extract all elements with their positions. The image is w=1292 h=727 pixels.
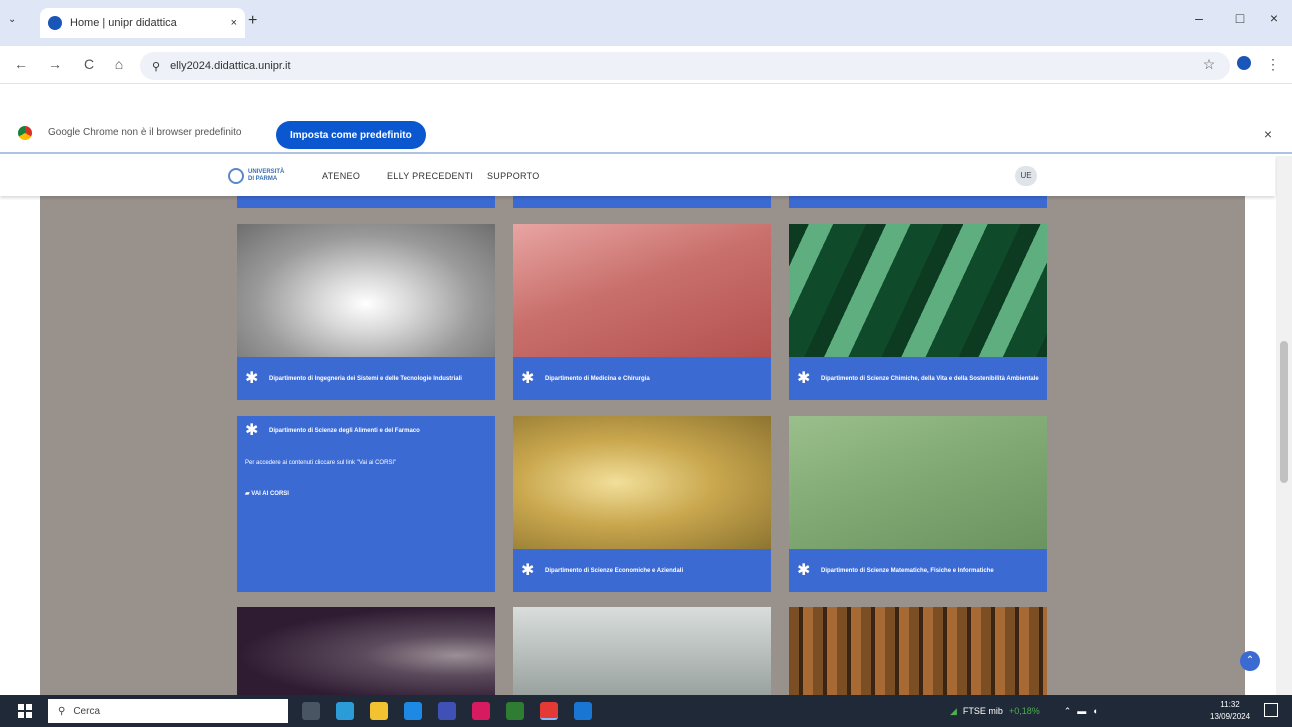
- card-body: Per accedere ai contenuti cliccare sul l…: [245, 460, 397, 466]
- department-card[interactable]: ✱ Dipartimento di Scienze Matematiche, Fi…: [789, 416, 1047, 592]
- file-explorer-icon[interactable]: [370, 702, 388, 720]
- card-title: Dipartimento di Scienze degli Alimenti e…: [269, 428, 420, 434]
- star-icon[interactable]: ☆: [1200, 56, 1218, 73]
- card-title: Dipartimento di Scienze Economiche e Azi…: [545, 567, 684, 574]
- nav-elly-precedenti[interactable]: ELLY PRECEDENTI: [387, 171, 473, 181]
- university-seal-icon: [228, 168, 244, 184]
- tab-search-icon[interactable]: ⌄: [8, 14, 16, 25]
- app-icon[interactable]: [472, 702, 490, 720]
- tab-title: Home | unipr didattica: [70, 17, 177, 29]
- user-avatar[interactable]: UE: [1015, 166, 1037, 186]
- taskbar-search-placeholder: Cerca: [73, 705, 101, 717]
- browser-toolbar: ← → C ⌂ ⚲ elly2024.didattica.unipr.it ☆ …: [0, 46, 1292, 84]
- scrollbar-thumb[interactable]: [1280, 341, 1288, 483]
- department-card[interactable]: ✱ Dipartimento di Medicina e Chirurgia: [513, 224, 771, 400]
- department-card[interactable]: [789, 607, 1047, 695]
- home-icon[interactable]: ⌂: [110, 56, 128, 72]
- profile-icon[interactable]: [1237, 56, 1251, 70]
- department-card[interactable]: ✱ Dipartimento di Scienze Economiche e Az…: [513, 416, 771, 592]
- tray-chevron-icon[interactable]: ⌃: [1064, 706, 1072, 717]
- nav-supporto[interactable]: SUPPORTO: [487, 171, 540, 181]
- gear-icon: ✱: [797, 561, 811, 579]
- ticker-value: +0,18%: [1008, 706, 1040, 716]
- tab-close-icon[interactable]: ×: [231, 17, 237, 29]
- card-title: Dipartimento di Medicina e Chirurgia: [545, 375, 650, 382]
- department-image: [789, 607, 1047, 695]
- toolbar-spacer: [0, 84, 1292, 114]
- notifications-icon[interactable]: [1264, 703, 1278, 717]
- reload-button[interactable]: C: [80, 56, 98, 72]
- browser-tab[interactable]: Home | unipr didattica ×: [40, 8, 245, 38]
- system-tray: ◢ FTSE mib +0,18% ⌃ ▬ ◖: [950, 695, 1098, 727]
- windows-taskbar: ⚲ Cerca ◢ FTSE mib +0,18% ⌃ ▬ ◖ 11:32 13…: [0, 695, 1292, 727]
- mail-icon[interactable]: [404, 702, 422, 720]
- gear-icon: ✱: [797, 369, 811, 387]
- department-image: [513, 224, 771, 357]
- network-icon[interactable]: ▬: [1077, 706, 1086, 716]
- site-header: UNIVERSITÀ DI PARMA ATENEO ELLY PRECEDENT…: [0, 156, 1275, 196]
- card-title: Dipartimento di Ingegneria dei Sistemi e…: [269, 375, 462, 382]
- department-image: [237, 224, 495, 357]
- url-text: elly2024.didattica.unipr.it: [170, 60, 291, 72]
- forward-button[interactable]: →: [46, 56, 64, 72]
- app-icon[interactable]: [506, 702, 524, 720]
- back-button[interactable]: ←: [12, 56, 30, 72]
- volume-icon[interactable]: ◖: [1092, 706, 1097, 716]
- ticker-name[interactable]: FTSE mib: [963, 706, 1003, 716]
- department-card[interactable]: ✱ Dipartimento di Scienze Chimiche, della…: [789, 224, 1047, 400]
- taskbar-search[interactable]: ⚲ Cerca: [48, 699, 288, 723]
- department-grid: ✱ Dipartimento di Ingegneria dei Sistemi …: [40, 196, 1245, 695]
- default-browser-message: Google Chrome non è il browser predefini…: [48, 127, 242, 138]
- page-scrollbar[interactable]: [1276, 156, 1292, 695]
- card-strip: [237, 196, 495, 208]
- department-card[interactable]: ✱ Dipartimento di Ingegneria dei Sistemi …: [237, 224, 495, 400]
- store-icon[interactable]: [438, 702, 456, 720]
- department-card[interactable]: [513, 607, 771, 695]
- department-card[interactable]: ✱ Dipartimento di Scienze degli Alimenti…: [237, 416, 495, 592]
- department-image: [789, 416, 1047, 549]
- maximize-button[interactable]: □: [1228, 10, 1252, 26]
- department-image: [513, 607, 771, 695]
- search-icon: ⚲: [58, 705, 66, 717]
- department-image: [513, 416, 771, 549]
- minimize-button[interactable]: –: [1187, 10, 1211, 26]
- browser-titlebar: ⌄ Home | unipr didattica × + – □ ×: [0, 0, 1292, 46]
- set-default-button[interactable]: Imposta come predefinito: [276, 121, 426, 149]
- default-browser-bar: Google Chrome non è il browser predefini…: [0, 114, 1292, 154]
- web-page: UNIVERSITÀ DI PARMA ATENEO ELLY PRECEDENT…: [0, 156, 1292, 695]
- windows-start-icon[interactable]: [18, 704, 32, 718]
- task-view-icon[interactable]: [302, 702, 320, 720]
- department-image: [789, 224, 1047, 357]
- gear-icon: ✱: [521, 561, 535, 579]
- card-title: Dipartimento di Scienze Matematiche, Fis…: [821, 567, 994, 574]
- gear-icon: ✱: [245, 369, 259, 387]
- infobar-close-button[interactable]: ×: [1264, 126, 1272, 142]
- nav-ateneo[interactable]: ATENEO: [322, 171, 360, 181]
- scroll-to-top-button[interactable]: ⌃: [1240, 651, 1260, 671]
- menu-icon[interactable]: ⋮: [1264, 56, 1282, 73]
- taskbar-clock[interactable]: 11:32 13/09/2024: [1210, 699, 1250, 723]
- department-image: [237, 607, 495, 695]
- unipr-logo[interactable]: UNIVERSITÀ DI PARMA: [228, 166, 288, 186]
- card-title: Dipartimento di Scienze Chimiche, della …: [821, 375, 1039, 382]
- app-icon[interactable]: [574, 702, 592, 720]
- stock-chart-icon: ◢: [950, 705, 957, 716]
- new-tab-button[interactable]: +: [248, 12, 257, 30]
- gear-icon: ✱: [245, 422, 259, 439]
- address-bar[interactable]: ⚲ elly2024.didattica.unipr.it: [140, 52, 1230, 80]
- close-window-button[interactable]: ×: [1262, 10, 1286, 26]
- card-strip: [789, 196, 1047, 208]
- favicon-icon: [48, 16, 62, 30]
- go-to-courses-link[interactable]: ▰ VAI AI CORSI: [245, 490, 289, 497]
- chrome-taskbar-icon[interactable]: [540, 702, 558, 720]
- edge-icon[interactable]: [336, 702, 354, 720]
- gear-icon: ✱: [521, 369, 535, 387]
- site-info-icon[interactable]: ⚲: [152, 60, 160, 73]
- card-strip: [513, 196, 771, 208]
- chrome-logo-icon: [18, 126, 32, 140]
- department-card[interactable]: [237, 607, 495, 695]
